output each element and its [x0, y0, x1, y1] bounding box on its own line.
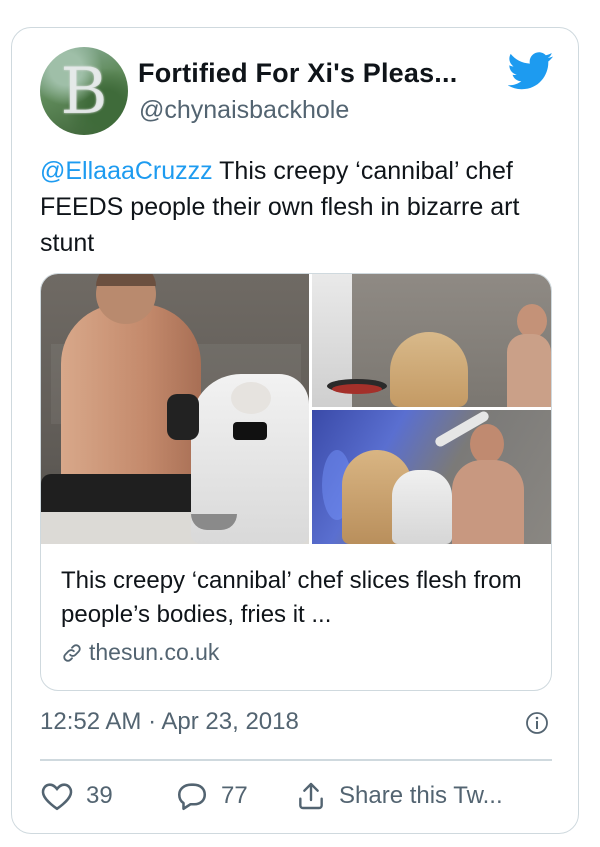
share-icon	[299, 782, 323, 810]
twitter-bird-icon	[508, 52, 554, 90]
tweet-timestamp[interactable]: 12:52 AM · Apr 23, 2018	[40, 708, 299, 736]
link-card-title[interactable]: This creepy ‘cannibal’ chef slices flesh…	[61, 564, 531, 632]
photo-panel-back	[41, 274, 309, 544]
author-display-name[interactable]: Fortified For Xi's Pleas...	[138, 58, 457, 89]
link-preview-image[interactable]	[41, 274, 551, 544]
divider	[40, 759, 552, 761]
photo-panel-feeding	[312, 410, 551, 544]
like-count: 39	[86, 782, 113, 809]
heart-icon	[41, 783, 73, 811]
share-label: Share this Tw...	[339, 782, 503, 809]
mention-link[interactable]: @EllaaaCruzzz	[40, 157, 213, 185]
link-domain-text: thesun.co.uk	[89, 639, 220, 665]
like-button[interactable]: 39	[40, 780, 113, 812]
reply-icon	[177, 783, 207, 811]
share-button[interactable]: Share this Tw...	[295, 780, 503, 812]
author-handle[interactable]: @chynaisbackhole	[139, 96, 349, 125]
link-preview-card[interactable]: This creepy ‘cannibal’ chef slices flesh…	[40, 273, 552, 691]
reply-button[interactable]: 77	[175, 780, 248, 812]
photo-panel-cooking	[312, 274, 551, 407]
tweet-actions: 39 77 Share this Tw...	[40, 780, 552, 820]
link-icon	[63, 643, 81, 662]
link-card-domain[interactable]: thesun.co.uk	[61, 639, 219, 666]
info-icon[interactable]	[525, 711, 549, 735]
reply-count: 77	[221, 782, 248, 809]
tweet-text: @EllaaaCruzzz This creepy ‘cannibal’ che…	[40, 153, 550, 261]
avatar[interactable]: B	[40, 47, 128, 135]
